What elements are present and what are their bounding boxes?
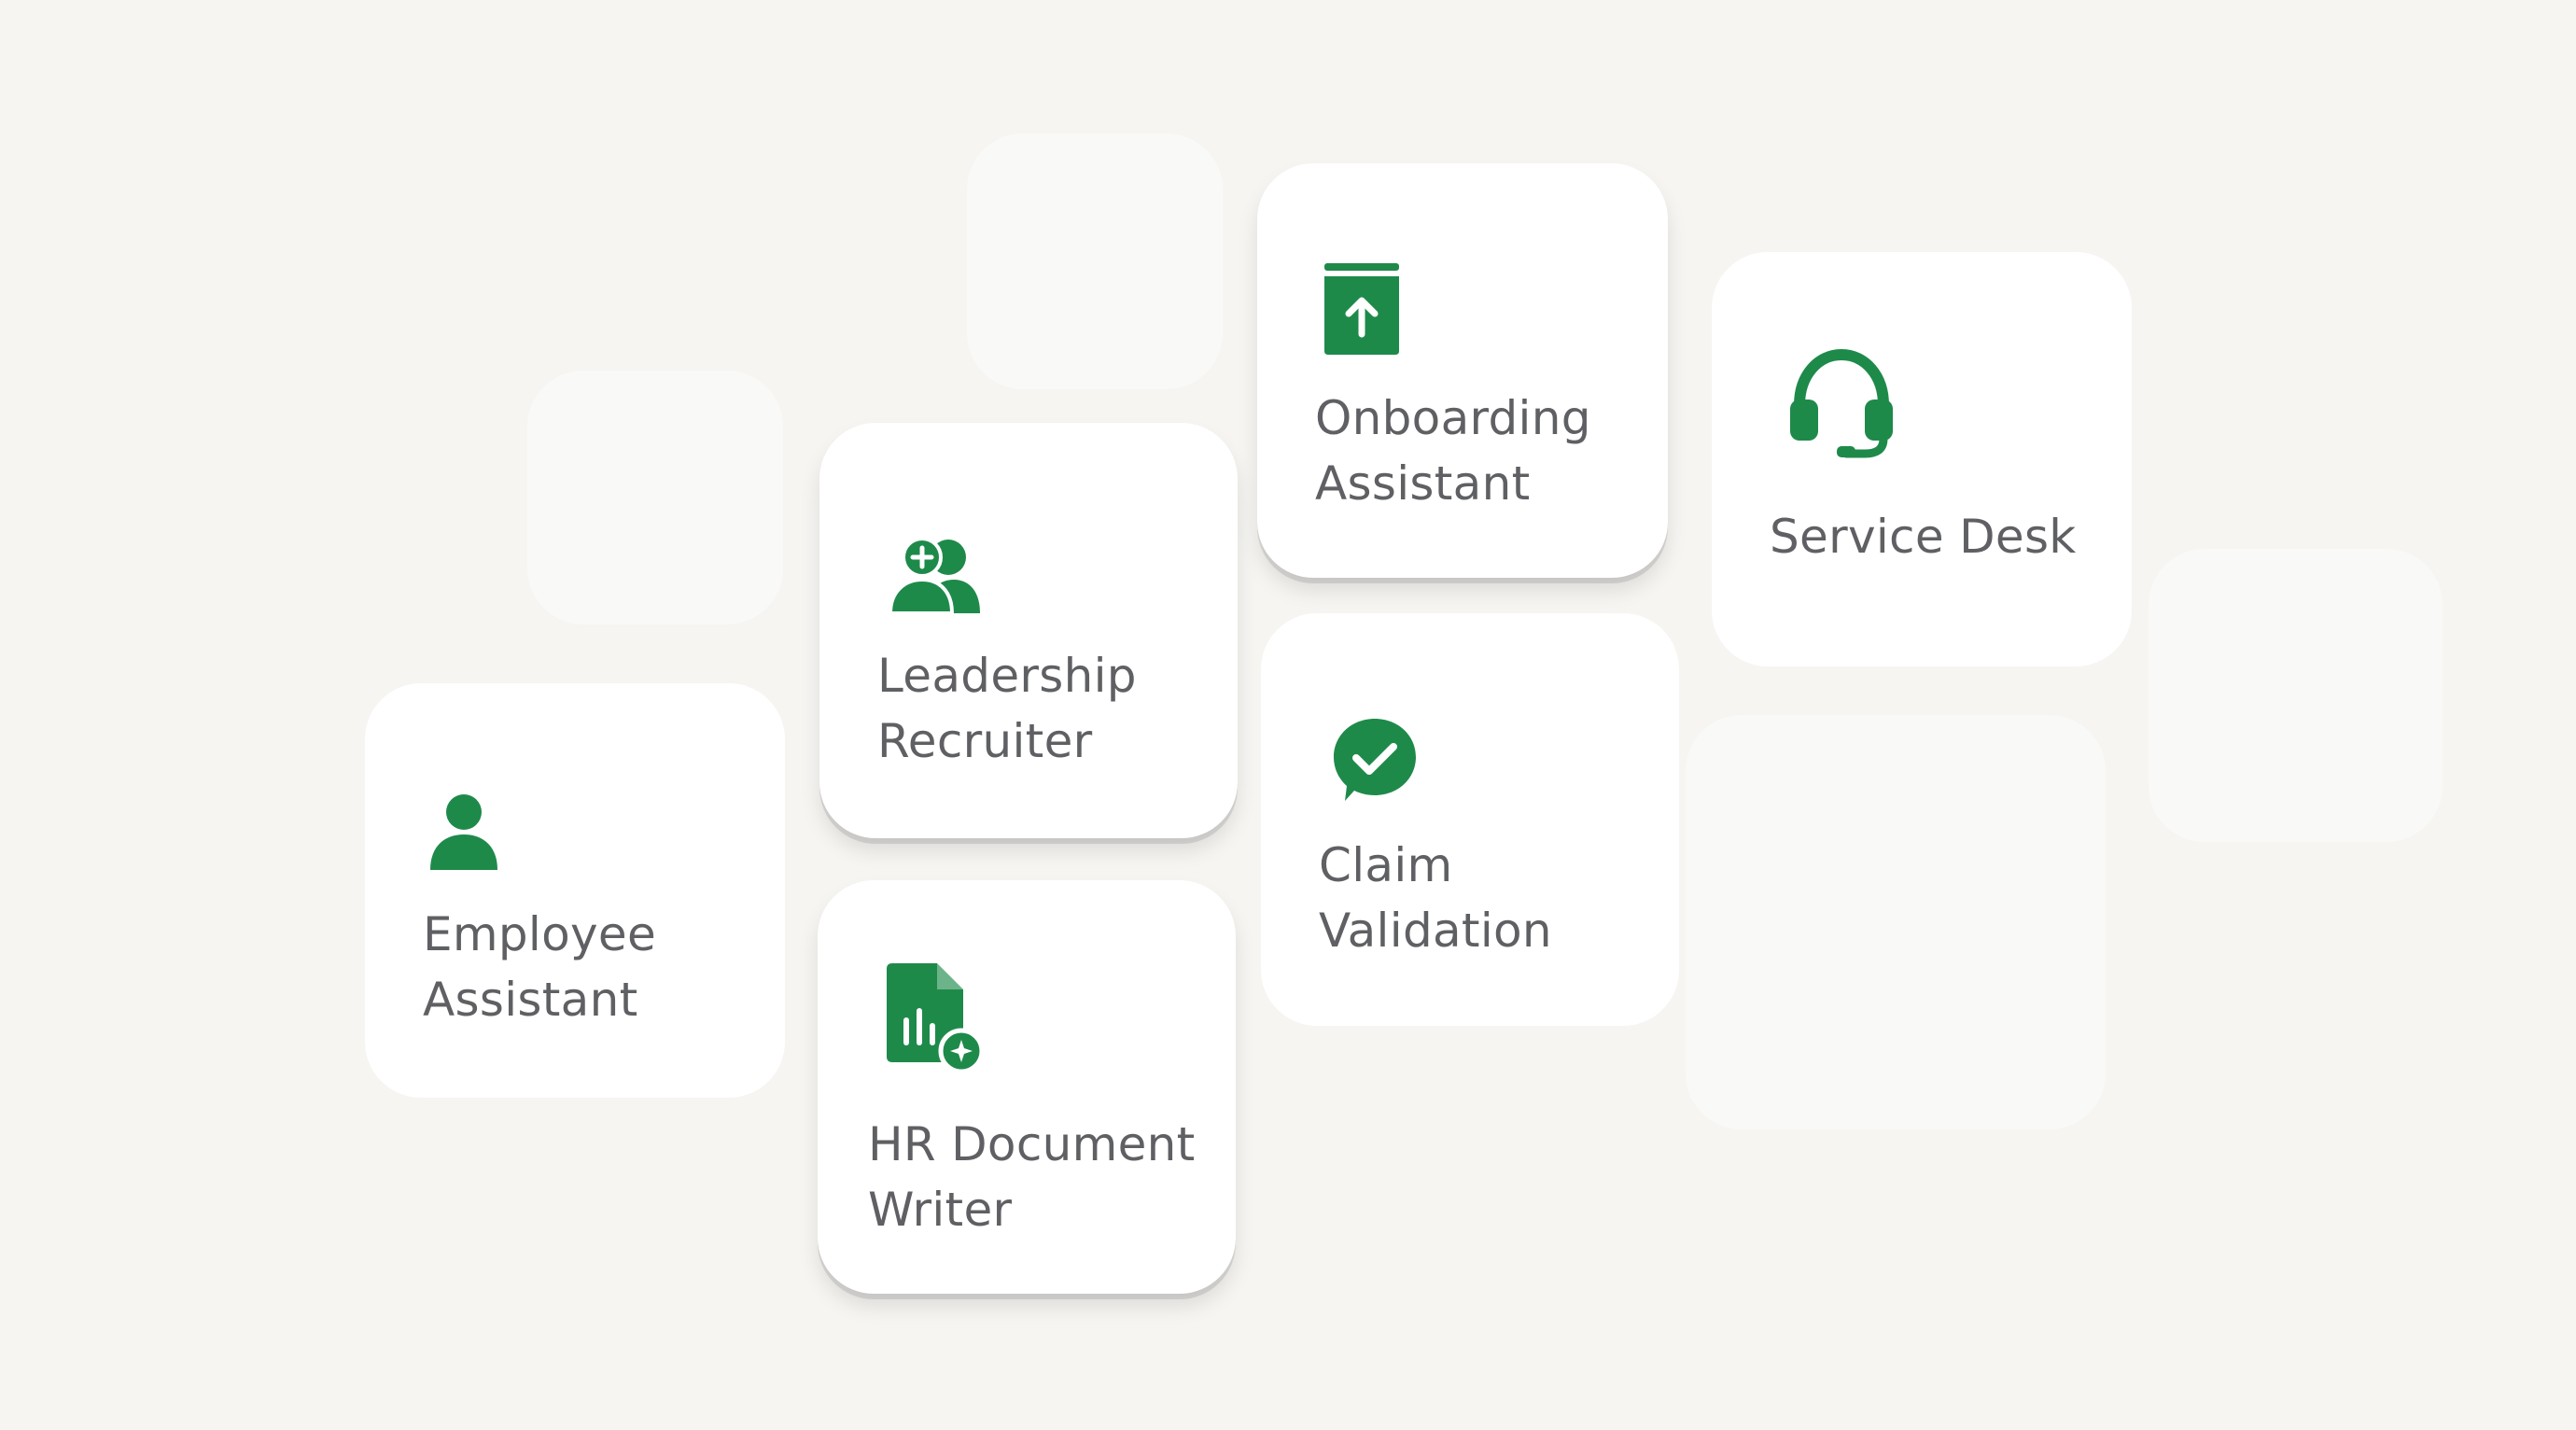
- placeholder-tile-right: [2149, 549, 2443, 842]
- card-label: Claim Validation: [1319, 838, 1552, 958]
- card-claim-validation[interactable]: Claim Validation: [1261, 613, 1679, 1026]
- document-chart-sparkle-icon: [887, 963, 985, 1074]
- placeholder-tile-left: [527, 371, 783, 624]
- person-icon: [430, 794, 497, 870]
- book-upload-icon: [1324, 263, 1399, 355]
- card-label: Employee Assistant: [423, 907, 657, 1027]
- card-service-desk[interactable]: Service Desk: [1712, 252, 2132, 666]
- add-people-icon: [889, 537, 980, 613]
- placeholder-tile-large: [1686, 715, 2106, 1129]
- card-label: HR Document Writer: [868, 1117, 1196, 1237]
- card-onboarding-assistant[interactable]: Onboarding Assistant: [1257, 163, 1668, 578]
- check-chat-icon: [1334, 719, 1416, 801]
- headset-icon: [1790, 349, 1893, 458]
- card-hr-document-writer[interactable]: HR Document Writer: [818, 880, 1236, 1294]
- card-employee-assistant[interactable]: Employee Assistant: [365, 683, 785, 1098]
- placeholder-tile-top: [967, 133, 1223, 389]
- card-leadership-recruiter[interactable]: Leadership Recruiter: [819, 423, 1238, 838]
- card-label: Service Desk: [1770, 510, 2077, 564]
- card-label: Leadership Recruiter: [877, 649, 1137, 768]
- card-label: Onboarding Assistant: [1315, 391, 1591, 511]
